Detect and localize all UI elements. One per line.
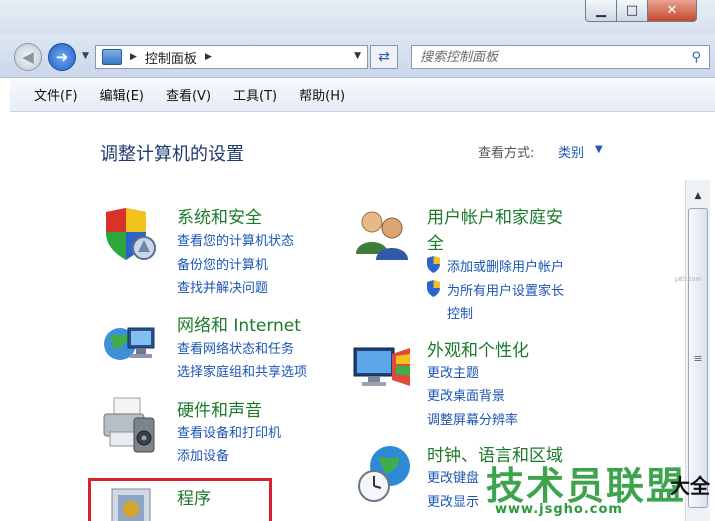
- link-network-status[interactable]: 查看网络状态和任务: [177, 338, 294, 357]
- recent-pages-dropdown[interactable]: ▼: [82, 51, 89, 61]
- address-bar[interactable]: ▶ 控制面板 ▶ ▼: [95, 45, 368, 69]
- view-by-dropdown[interactable]: 类别: [558, 142, 584, 161]
- watermark-url: www.jsgho.com: [495, 502, 623, 517]
- category-user-accounts-cont[interactable]: 全: [427, 229, 444, 254]
- category-network-internet[interactable]: 网络和 Internet: [177, 311, 301, 336]
- control-panel-icon: [102, 49, 122, 65]
- page-title: 调整计算机的设置: [100, 144, 244, 165]
- link-parental-controls[interactable]: 为所有用户设置家长: [447, 280, 564, 299]
- forward-button[interactable]: ➜: [48, 43, 76, 71]
- link-screen-resolution[interactable]: 调整屏幕分辨率: [427, 409, 518, 428]
- watermark-small-text: p85.com: [675, 276, 702, 283]
- uac-shield-icon: [427, 280, 440, 297]
- uac-shield-icon: [427, 256, 440, 273]
- menu-bar: 文件(F) 编辑(E) 查看(V) 工具(T) 帮助(H): [10, 78, 715, 112]
- link-change-display[interactable]: 更改显示: [427, 491, 479, 510]
- shield-icon[interactable]: [100, 206, 158, 264]
- menu-edit[interactable]: 编辑(E): [100, 85, 144, 104]
- link-parental-controls-cont[interactable]: 控制: [447, 303, 473, 322]
- link-change-keyboard[interactable]: 更改键盘: [427, 467, 479, 486]
- menu-tools[interactable]: 工具(T): [233, 85, 277, 104]
- scroll-up-arrow-icon[interactable]: ▲: [686, 188, 710, 204]
- address-dropdown-icon[interactable]: ▼: [354, 51, 361, 61]
- search-input[interactable]: [412, 46, 672, 69]
- scroll-thumb[interactable]: ≡: [688, 208, 708, 508]
- breadcrumb-chevron-icon[interactable]: ▶: [130, 52, 137, 62]
- link-add-device[interactable]: 添加设备: [177, 445, 229, 464]
- breadcrumb-control-panel[interactable]: 控制面板: [145, 48, 197, 67]
- link-change-background[interactable]: 更改桌面背景: [427, 385, 505, 404]
- control-panel-window: ▁ □ ✕ ◀ ➜ ▼ ▶ 控制面板 ▶ ▼ ⇄ ⚲ 文件(F) 编辑(E) 查…: [0, 0, 715, 521]
- link-homegroup-sharing[interactable]: 选择家庭组和共享选项: [177, 361, 307, 380]
- category-system-security[interactable]: 系统和安全: [177, 203, 262, 228]
- breadcrumb-chevron-icon[interactable]: ▶: [205, 52, 212, 62]
- navigation-bar: ◀ ➜ ▼ ▶ 控制面板 ▶ ▼ ⇄ ⚲: [0, 34, 715, 78]
- programs-highlight-box: [88, 478, 272, 521]
- link-view-computer-status[interactable]: 查看您的计算机状态: [177, 230, 294, 249]
- printer-icon[interactable]: [100, 396, 158, 454]
- users-icon[interactable]: [350, 206, 408, 264]
- clock-globe-icon[interactable]: [356, 444, 414, 502]
- forward-arrow-icon: ➜: [55, 48, 69, 66]
- refresh-icon: ⇄: [378, 49, 390, 65]
- menu-view[interactable]: 查看(V): [166, 85, 211, 104]
- category-hardware-sound[interactable]: 硬件和声音: [177, 396, 262, 421]
- refresh-button[interactable]: ⇄: [370, 45, 398, 69]
- link-troubleshoot[interactable]: 查找并解决问题: [177, 277, 268, 296]
- watermark-suffix: 大全: [670, 474, 710, 498]
- maximize-button[interactable]: □: [616, 0, 648, 22]
- link-devices-printers[interactable]: 查看设备和打印机: [177, 422, 281, 441]
- menu-help[interactable]: 帮助(H): [299, 85, 345, 104]
- appearance-icon[interactable]: [352, 342, 410, 400]
- search-icon[interactable]: ⚲: [691, 50, 701, 65]
- back-button[interactable]: ◀: [14, 43, 42, 71]
- view-by-label: 查看方式:: [478, 146, 535, 161]
- link-change-theme[interactable]: 更改主题: [427, 362, 479, 381]
- link-backup-computer[interactable]: 备份您的计算机: [177, 254, 268, 273]
- back-arrow-icon: ◀: [22, 48, 34, 66]
- menu-file[interactable]: 文件(F): [34, 85, 78, 104]
- close-button[interactable]: ✕: [647, 0, 697, 22]
- search-box[interactable]: ⚲: [411, 45, 710, 69]
- minimize-button[interactable]: ▁: [585, 0, 617, 22]
- network-icon[interactable]: [100, 316, 158, 374]
- link-add-remove-accounts[interactable]: 添加或删除用户帐户: [447, 256, 564, 275]
- category-appearance[interactable]: 外观和个性化: [427, 336, 529, 361]
- title-bar: ▁ □ ✕: [0, 0, 715, 34]
- view-by-caret-icon[interactable]: ▼: [595, 144, 603, 155]
- grip-icon: ≡: [693, 351, 703, 365]
- category-user-accounts[interactable]: 用户帐户和家庭安: [427, 203, 563, 228]
